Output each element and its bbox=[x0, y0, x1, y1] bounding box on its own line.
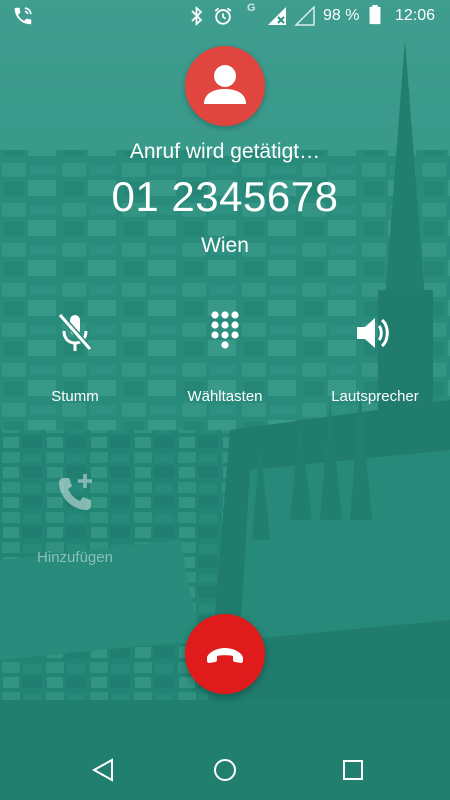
dialpad-button[interactable]: Wähltasten bbox=[165, 309, 285, 405]
mute-button[interactable]: Stumm bbox=[15, 309, 135, 405]
phone-number: 01 2345678 bbox=[111, 173, 339, 220]
network-type-label: G bbox=[247, 2, 256, 14]
alarm-icon bbox=[214, 7, 232, 25]
call-status-text: Anruf wird getätigt… bbox=[129, 140, 321, 163]
speaker-button[interactable]: Lautsprecher bbox=[315, 309, 435, 405]
phone-call-icon bbox=[14, 7, 32, 25]
recents-icon[interactable] bbox=[337, 754, 369, 786]
speaker-icon bbox=[357, 318, 389, 348]
call-end-icon bbox=[207, 648, 243, 663]
add-call-button[interactable]: Hinzufügen bbox=[15, 470, 135, 566]
signal-empty-icon bbox=[294, 6, 315, 26]
mute-label: Stumm bbox=[51, 388, 99, 405]
dialpad-label: Wähltasten bbox=[187, 388, 263, 405]
contact-avatar bbox=[185, 46, 265, 126]
caller-location: Wien bbox=[201, 234, 249, 257]
dialpad-icon bbox=[211, 311, 239, 349]
person-icon bbox=[204, 65, 246, 104]
navigation-bar bbox=[0, 740, 450, 800]
battery-percentage: 98 % bbox=[323, 7, 360, 24]
signal-no-data-icon bbox=[268, 7, 286, 25]
home-icon[interactable] bbox=[209, 754, 241, 786]
speaker-label: Lautsprecher bbox=[331, 388, 419, 405]
bluetooth-icon bbox=[191, 6, 203, 26]
add-call-label: Hinzufügen bbox=[37, 549, 113, 566]
in-call-screen: G 98 % 12:06 Anruf wird getätigt… 01 234… bbox=[0, 0, 450, 800]
battery-icon bbox=[369, 5, 381, 25]
clock: 12:06 bbox=[395, 7, 436, 24]
mic-off-icon bbox=[57, 313, 93, 351]
status-bar: G 98 % 12:06 bbox=[0, 0, 450, 32]
add-call-icon bbox=[59, 474, 92, 510]
back-icon[interactable] bbox=[88, 754, 120, 786]
end-call-button[interactable] bbox=[185, 614, 265, 694]
